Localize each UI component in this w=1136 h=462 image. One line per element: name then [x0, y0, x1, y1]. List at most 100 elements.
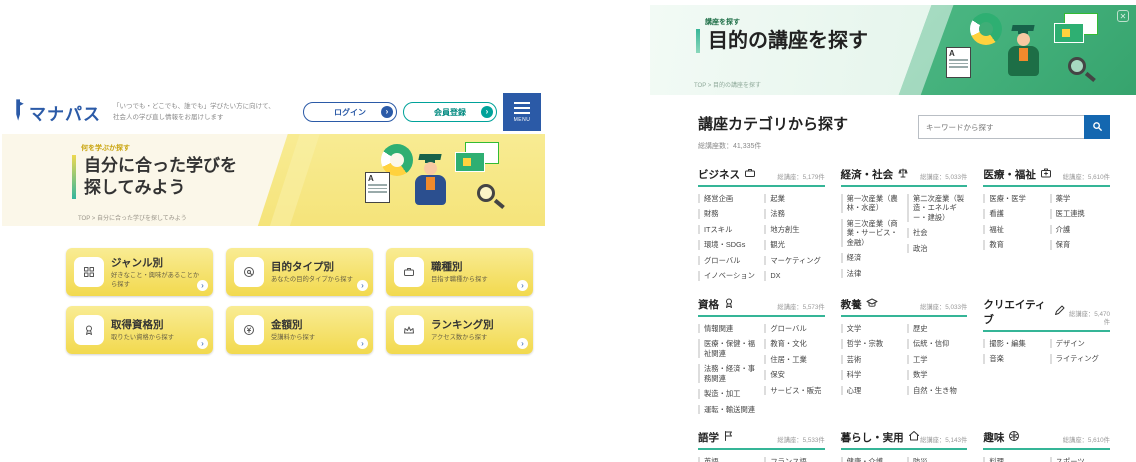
breadcrumb[interactable]: TOP > 目的の講座を探す — [694, 80, 761, 89]
search-input[interactable] — [918, 115, 1084, 139]
document-illustration: A — [365, 172, 390, 203]
category-item-link[interactable]: グローバル — [764, 323, 824, 334]
category-item-link[interactable]: 医工連携 — [1049, 209, 1110, 219]
category-item-link[interactable]: 第一次産業（農林・水産） — [840, 194, 901, 213]
category-block: ビジネス 総講座：5,179件 経営企画 財務 ITスキル 環境・SDGs グローバル イノベ… — [698, 167, 825, 281]
category-item-link[interactable]: 福祉 — [983, 224, 1043, 235]
site-tagline: 「いつでも・どこでも、誰でも」学びたい方に向けて、 社会人の学び直し情報をお届け… — [113, 102, 275, 121]
category-item-link[interactable]: 歴史 — [907, 323, 967, 334]
gradcap-icon — [866, 297, 878, 312]
magnifier-illustration — [1068, 57, 1096, 82]
category-item-link[interactable]: グローバル — [698, 255, 758, 266]
category-item-link[interactable]: 法務 — [764, 209, 824, 219]
category-item-link[interactable]: デザイン — [1049, 338, 1110, 349]
category-item-link[interactable]: フランス語 — [764, 457, 824, 462]
crown-icon — [394, 315, 424, 345]
category-item-link[interactable]: 科学 — [840, 370, 901, 380]
card-subtitle: 取りたい資格から探す — [111, 334, 174, 342]
category-item-link[interactable]: 観光 — [764, 240, 824, 250]
category-item-link[interactable]: 芸術 — [840, 354, 901, 365]
manapass-logo[interactable]: マナパス — [10, 98, 101, 126]
category-item-link[interactable]: 経済 — [840, 253, 901, 263]
category-item-link[interactable]: イノベーション — [698, 271, 758, 281]
menu-button[interactable]: MENU — [503, 93, 541, 131]
category-item-link[interactable]: 教育 — [983, 240, 1043, 250]
category-item-link[interactable]: スポーツ — [1049, 457, 1110, 462]
category-item-link[interactable]: 社会 — [907, 228, 967, 238]
category-item-link[interactable]: 料理 — [983, 457, 1043, 462]
close-icon[interactable]: ✕ — [1117, 10, 1129, 22]
category-item-link[interactable]: 撮影・編集 — [983, 338, 1043, 349]
category-item-link[interactable]: 看護 — [983, 209, 1043, 219]
breadcrumb[interactable]: TOP > 自分に合った学びを探してみよう — [78, 213, 187, 222]
category-item-link[interactable]: 介護 — [1049, 224, 1110, 235]
category-item-link[interactable]: 健康・介護 — [840, 457, 901, 462]
category-name: クリエイティブ — [983, 297, 1066, 327]
category-course-count: 総講座：5,033件 — [920, 173, 968, 181]
arrow-right-icon: › — [517, 338, 528, 349]
category-item-link[interactable]: 第三次産業（商業・サービス・金融） — [840, 218, 901, 248]
card-title: 取得資格別 — [111, 319, 164, 332]
search-card-ranking[interactable]: ランキング別アクセス数から探す › — [386, 306, 533, 354]
category-item-link[interactable]: 教育・文化 — [764, 339, 824, 349]
signup-button[interactable]: 会員登録 › — [403, 102, 497, 122]
category-item-link[interactable]: サービス・販売 — [764, 385, 824, 396]
arrow-right-icon: › — [197, 338, 208, 349]
category-item-link[interactable]: 医療・医学 — [983, 194, 1043, 204]
search-card-qualification[interactable]: 取得資格別取りたい資格から探す › — [66, 306, 213, 354]
search-card-purpose-type[interactable]: 目的タイプ別 あなたの目的タイプから探す › — [226, 248, 373, 296]
login-button[interactable]: ログイン › — [303, 102, 397, 122]
category-item-link[interactable]: 伝統・信仰 — [907, 339, 967, 349]
category-item-link[interactable]: DX — [764, 271, 824, 281]
category-item-link[interactable]: 住居・工業 — [764, 354, 824, 365]
category-item-link[interactable]: 環境・SDGs — [698, 240, 758, 250]
category-name: 語学 — [698, 430, 735, 445]
category-item-link[interactable]: 保安 — [764, 370, 824, 380]
category-item-link[interactable]: マーケティング — [764, 255, 824, 266]
category-item-link[interactable]: 経営企画 — [698, 194, 758, 204]
category-item-link[interactable]: 心理 — [840, 385, 901, 396]
category-item-link[interactable]: 数学 — [907, 370, 967, 380]
category-item-link[interactable]: 第二次産業（製造・エネルギー・建設） — [907, 194, 967, 223]
category-item-link[interactable]: ITスキル — [698, 224, 758, 235]
bag-icon — [394, 257, 424, 287]
category-item-link[interactable]: 製造・加工 — [698, 389, 758, 399]
search-card-genre[interactable]: ジャンル別 好きなこと・興味があることから探す › — [66, 248, 213, 296]
category-block: 資格 総講座：5,573件 情報関連 医療・保健・福祉関連 法務・経済・事務関連 製造・加… — [698, 297, 825, 415]
search-card-occupation[interactable]: 職種別 目指す職種から探す › — [386, 248, 533, 296]
category-item-link[interactable]: 起業 — [764, 194, 824, 204]
page-title: 自分に合った学びを 探してみよう — [72, 155, 237, 200]
category-item-link[interactable]: 運転・輸送関連 — [698, 404, 758, 415]
category-item-link[interactable]: 哲学・宗教 — [840, 339, 901, 349]
category-item-link[interactable]: ライティング — [1049, 354, 1110, 364]
category-item-link[interactable]: 法律 — [840, 268, 901, 279]
category-item-link[interactable]: 情報関連 — [698, 323, 758, 334]
category-item-link[interactable]: 自然・生き物 — [907, 385, 967, 396]
category-item-link[interactable]: 文学 — [840, 323, 901, 334]
arrow-right-icon: › — [197, 280, 208, 291]
arrow-right-icon: › — [357, 280, 368, 291]
category-name: 経済・社会 — [841, 167, 910, 182]
login-label: ログイン — [334, 107, 366, 117]
category-item-link[interactable]: 法務・経済・事務関連 — [698, 364, 758, 384]
menu-label: MENU — [513, 116, 531, 123]
arrow-right-icon: › — [481, 106, 493, 118]
category-item-link[interactable]: 英語 — [698, 457, 758, 462]
category-block: クリエイティブ 総講座：5,470件撮影・編集音楽 デザインライティング — [983, 297, 1110, 414]
grid-icon — [74, 257, 104, 287]
category-item-link[interactable]: 音楽 — [983, 354, 1043, 364]
category-item-link[interactable]: 政治 — [907, 243, 967, 254]
category-block: 趣味総講座：5,610件料理園芸書道読書自然・アウトドアスポーツハンドメイド・D… — [983, 430, 1110, 462]
category-header: クリエイティブ 総講座：5,470件 — [983, 297, 1110, 332]
category-item-link[interactable]: 財務 — [698, 209, 758, 219]
card-title: ランキング別 — [431, 319, 494, 332]
category-item-link[interactable]: 地方創生 — [764, 224, 824, 235]
category-item-link[interactable]: 保育 — [1049, 240, 1110, 250]
category-item-link[interactable]: 防災 — [907, 457, 967, 462]
category-item-link[interactable]: 工学 — [907, 354, 967, 365]
category-item-link[interactable]: 医療・保健・福祉関連 — [698, 339, 758, 359]
search-card-price[interactable]: 金額別 受講料から探す › — [226, 306, 373, 354]
category-item-link[interactable]: 薬学 — [1049, 194, 1110, 204]
card-subtitle: アクセス数から探す — [431, 334, 488, 342]
search-button[interactable] — [1084, 115, 1110, 139]
